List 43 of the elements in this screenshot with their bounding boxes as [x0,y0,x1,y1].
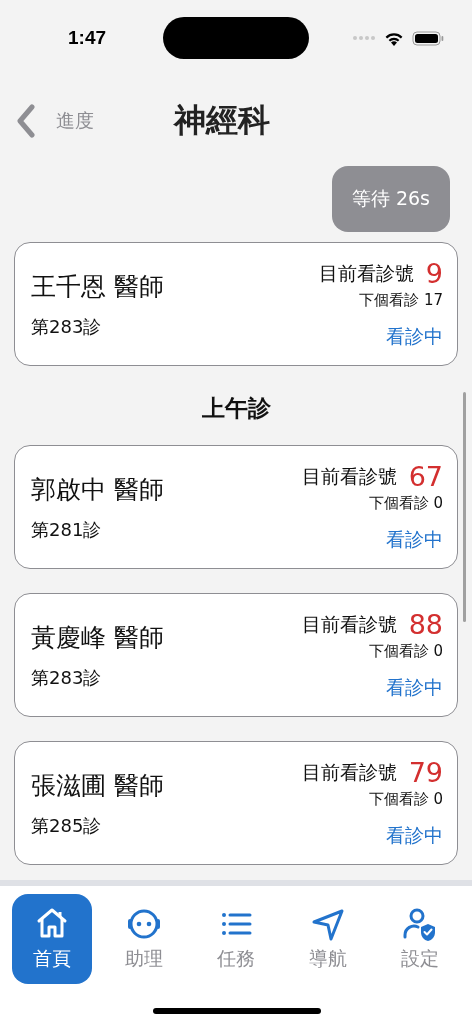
current-number-label: 目前看診號 [301,611,397,637]
consult-status: 看診中 [386,675,443,700]
consult-status: 看診中 [386,527,443,552]
clinic-number: 第281診 [31,517,103,542]
current-number: 79 [408,757,443,788]
status-time: 1:47 [68,27,108,49]
back-button[interactable]: 進度 [16,104,94,138]
doctor-name: 黃慶峰 醫師 [31,621,164,654]
tab-button[interactable]: 首頁 [12,894,92,984]
current-number-label: 目前看診號 [301,759,397,785]
current-number-label: 目前看診號 [318,260,414,286]
next-number: 下個看診 17 [359,291,443,310]
clinic-number: 第285診 [31,813,103,838]
tab-button[interactable]: 助理 [104,894,184,984]
clinic-number: 第283診 [31,665,103,690]
page-title: 神經科 [174,100,270,141]
doctor-name: 張滋圃 醫師 [31,769,164,802]
tab-button[interactable]: 導航 [288,894,368,984]
signal-icon [352,35,376,41]
next-number: 下個看診 0 [368,494,443,513]
tab-button[interactable]: 設定 [380,894,460,984]
doctor-card[interactable]: 王千恩 醫師 第283診 目前看診號 9 下個看診 17 看診中 [14,242,458,366]
doctor-card[interactable]: 郭啟中 醫師 第281診 目前看診號 67 下個看診 0 看診中 [14,445,458,569]
current-number: 9 [425,258,443,289]
current-number: 67 [408,461,443,492]
doctor-card[interactable]: 張滋圃 醫師 第285診 目前看診號 79 下個看診 0 看診中 [14,741,458,865]
current-number: 88 [408,609,443,640]
wifi-icon [384,30,404,46]
consult-status: 看診中 [386,324,443,349]
battery-icon [412,30,444,46]
section-title: 上午診 [200,394,272,423]
tab-button[interactable]: 任務 [196,894,276,984]
chevron-left-icon [16,104,36,138]
doctor-name: 王千恩 醫師 [31,270,164,303]
consult-status: 看診中 [386,823,443,848]
doctor-name: 郭啟中 醫師 [31,473,164,506]
next-number: 下個看診 0 [368,642,443,661]
wait-timer-button[interactable]: 等待 26s [331,166,450,232]
clinic-number: 第283診 [31,314,103,339]
current-number-label: 目前看診號 [301,463,397,489]
user-shield-icon [402,906,438,942]
doctor-card[interactable]: 黃慶峰 醫師 第283診 目前看診號 88 下個看診 0 看診中 [14,593,458,717]
next-number: 下個看診 0 [368,790,443,809]
